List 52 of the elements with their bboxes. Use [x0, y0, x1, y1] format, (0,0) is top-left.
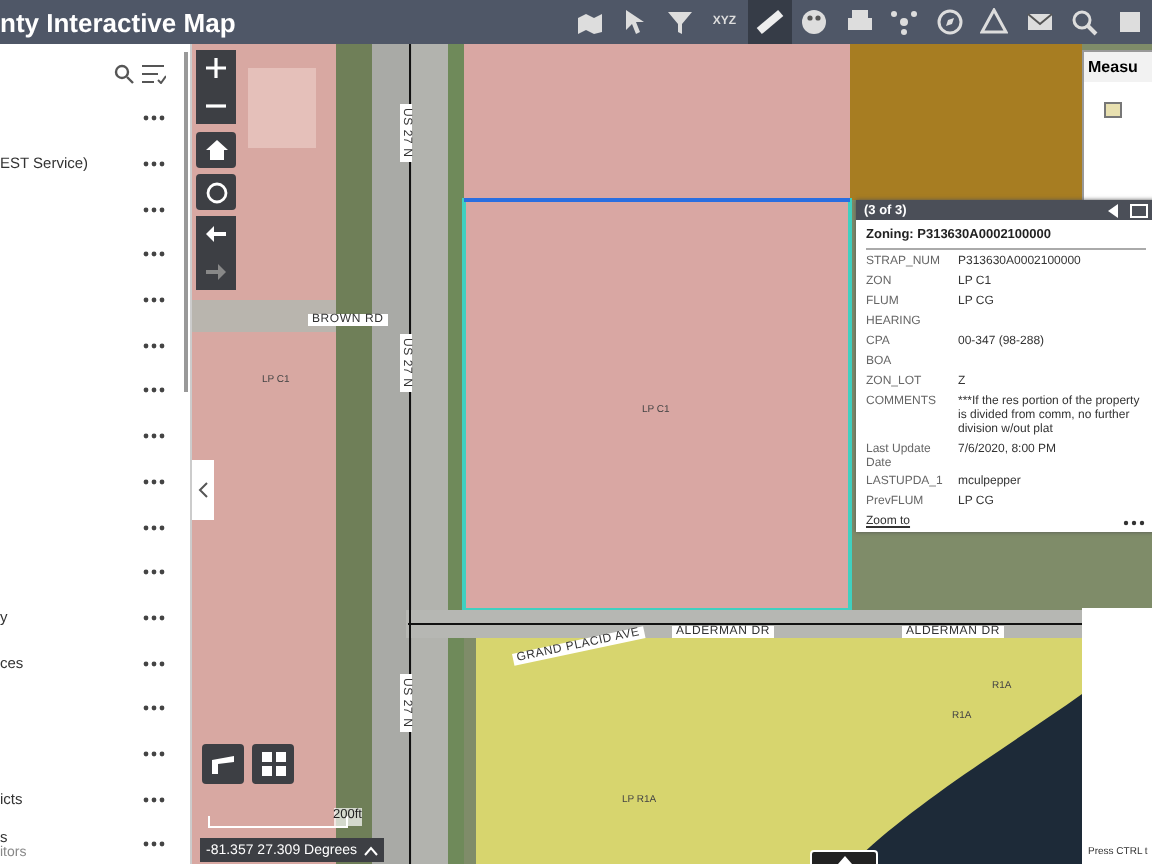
more-options-icon[interactable] [142, 613, 166, 622]
print-icon [845, 8, 874, 36]
grid-icon [261, 752, 285, 776]
more-options-icon[interactable] [142, 205, 166, 214]
map-icon [575, 8, 604, 36]
more-options-icon[interactable] [142, 795, 166, 804]
basemap-button[interactable] [202, 744, 244, 784]
cursor-icon [620, 8, 649, 36]
more-options-icon[interactable] [142, 114, 166, 123]
more-options-icon[interactable] [142, 704, 166, 713]
maximize-icon[interactable] [1130, 203, 1148, 217]
scrollbar[interactable] [184, 52, 188, 392]
area-icon[interactable] [1104, 102, 1122, 118]
plus-icon [206, 58, 226, 78]
mail-icon [1025, 8, 1054, 36]
more-options-icon[interactable] [1122, 519, 1146, 526]
toolbar-button[interactable] [747, 0, 792, 44]
attribution-toggle[interactable] [810, 850, 878, 864]
compass-icon [935, 8, 964, 36]
app-title: nty Interactive Map [0, 7, 236, 37]
filter-icon [665, 8, 694, 36]
chevron-left-icon [198, 482, 208, 498]
panel-title: Measu [1084, 52, 1152, 82]
alert-icon [980, 8, 1009, 36]
more-options-icon[interactable] [142, 749, 166, 758]
home-button[interactable] [196, 132, 236, 168]
more-options-icon[interactable] [142, 296, 166, 305]
previous-icon[interactable] [1108, 203, 1118, 217]
right-arrow-icon [206, 264, 226, 280]
locate-button[interactable] [196, 174, 236, 210]
chevron-up-icon [837, 855, 851, 863]
zoom-icon [1070, 8, 1099, 36]
filter-list-icon[interactable] [142, 64, 166, 84]
grid-button[interactable] [252, 744, 294, 784]
locate-icon [205, 181, 227, 203]
chevron-up-icon[interactable] [363, 845, 377, 855]
more-options-icon[interactable] [142, 341, 166, 350]
more-options-icon[interactable] [142, 250, 166, 259]
more-options-icon[interactable] [142, 477, 166, 486]
search-icon[interactable] [114, 64, 134, 84]
share-icon [890, 8, 919, 36]
panel-icon [1115, 8, 1144, 36]
more-options-icon[interactable] [142, 432, 166, 441]
home-icon [205, 140, 227, 160]
more-options-icon[interactable] [142, 523, 166, 532]
collapse-panel-button[interactable] [192, 460, 214, 520]
more-options-icon[interactable] [142, 568, 166, 577]
more-options-icon[interactable] [142, 160, 166, 169]
more-options-icon[interactable] [142, 659, 166, 668]
more-options-icon[interactable] [142, 386, 166, 395]
more-options-icon[interactable] [142, 840, 166, 849]
left-arrow-icon [206, 226, 226, 242]
